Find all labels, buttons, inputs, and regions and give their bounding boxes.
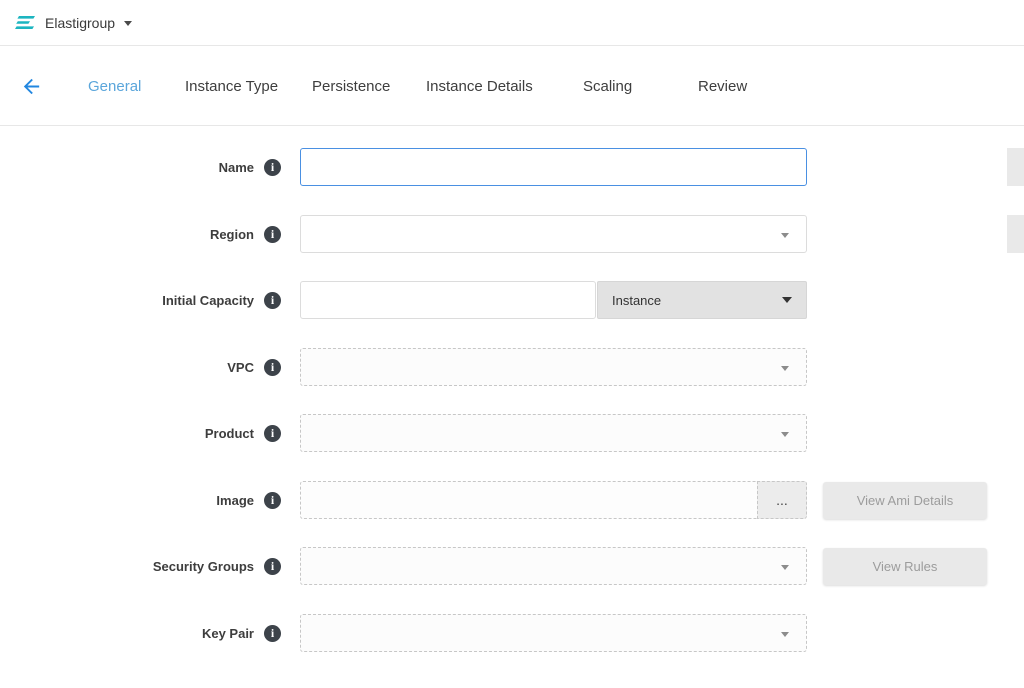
form-row-key-pair: Key Pair i bbox=[0, 614, 1024, 652]
image-browse-button[interactable]: ... bbox=[757, 481, 807, 519]
form-row-name: Name i bbox=[0, 148, 1024, 186]
capacity-unit-select[interactable]: Instance bbox=[597, 281, 807, 319]
vpc-select[interactable] bbox=[300, 348, 807, 386]
chevron-down-icon bbox=[781, 366, 789, 371]
app-switcher[interactable]: Elastigroup bbox=[14, 15, 132, 31]
capacity-unit-value: Instance bbox=[612, 293, 661, 308]
product-label: Product bbox=[205, 426, 254, 441]
back-arrow-icon[interactable] bbox=[20, 75, 43, 98]
form-row-image: Image i ... View Ami Details bbox=[0, 481, 1024, 519]
key-pair-select[interactable] bbox=[300, 614, 807, 652]
chevron-down-icon bbox=[781, 632, 789, 637]
form-row-product: Product i bbox=[0, 414, 1024, 452]
info-icon[interactable]: i bbox=[264, 159, 281, 176]
initial-capacity-label: Initial Capacity bbox=[162, 293, 254, 308]
name-label: Name bbox=[219, 160, 254, 175]
form-row-initial-capacity: Initial Capacity i Instance bbox=[0, 281, 1024, 319]
info-icon[interactable]: i bbox=[264, 226, 281, 243]
tab-instance-type[interactable]: Instance Type bbox=[185, 47, 278, 125]
chevron-down-icon bbox=[782, 297, 792, 303]
clipped-panel-fragment bbox=[1007, 215, 1024, 253]
tab-general[interactable]: General bbox=[88, 47, 141, 125]
key-pair-label: Key Pair bbox=[202, 626, 254, 641]
view-rules-button[interactable]: View Rules bbox=[823, 548, 987, 585]
chevron-down-icon bbox=[781, 432, 789, 437]
info-icon[interactable]: i bbox=[264, 558, 281, 575]
info-icon[interactable]: i bbox=[264, 625, 281, 642]
region-label: Region bbox=[210, 227, 254, 242]
tab-scaling[interactable]: Scaling bbox=[583, 47, 632, 125]
security-groups-label: Security Groups bbox=[153, 559, 254, 574]
elastigroup-create-wizard: Elastigroup General Instance Type Persis… bbox=[0, 0, 1024, 688]
tab-review[interactable]: Review bbox=[698, 47, 747, 125]
form-row-region: Region i bbox=[0, 215, 1024, 253]
image-input[interactable] bbox=[300, 481, 758, 519]
vpc-label: VPC bbox=[227, 360, 254, 375]
chevron-down-icon bbox=[781, 565, 789, 570]
info-icon[interactable]: i bbox=[264, 359, 281, 376]
top-bar: Elastigroup bbox=[0, 0, 1024, 46]
form-row-vpc: VPC i bbox=[0, 348, 1024, 386]
name-input[interactable] bbox=[300, 148, 807, 186]
elastigroup-logo-icon bbox=[14, 15, 36, 31]
chevron-down-icon bbox=[124, 21, 132, 26]
chevron-down-icon bbox=[781, 233, 789, 238]
security-groups-select[interactable] bbox=[300, 547, 807, 585]
product-select[interactable] bbox=[300, 414, 807, 452]
app-name: Elastigroup bbox=[45, 15, 115, 31]
initial-capacity-input[interactable] bbox=[300, 281, 596, 319]
info-icon[interactable]: i bbox=[264, 425, 281, 442]
wizard-tabbar: General Instance Type Persistence Instan… bbox=[0, 47, 1024, 126]
tab-instance-details[interactable]: Instance Details bbox=[426, 47, 533, 125]
form-row-security-groups: Security Groups i View Rules bbox=[0, 547, 1024, 585]
info-icon[interactable]: i bbox=[264, 292, 281, 309]
clipped-panel-fragment bbox=[1007, 148, 1024, 186]
image-label: Image bbox=[216, 493, 254, 508]
view-ami-details-button[interactable]: View Ami Details bbox=[823, 482, 987, 519]
region-select[interactable] bbox=[300, 215, 807, 253]
tab-persistence[interactable]: Persistence bbox=[312, 47, 390, 125]
info-icon[interactable]: i bbox=[264, 492, 281, 509]
